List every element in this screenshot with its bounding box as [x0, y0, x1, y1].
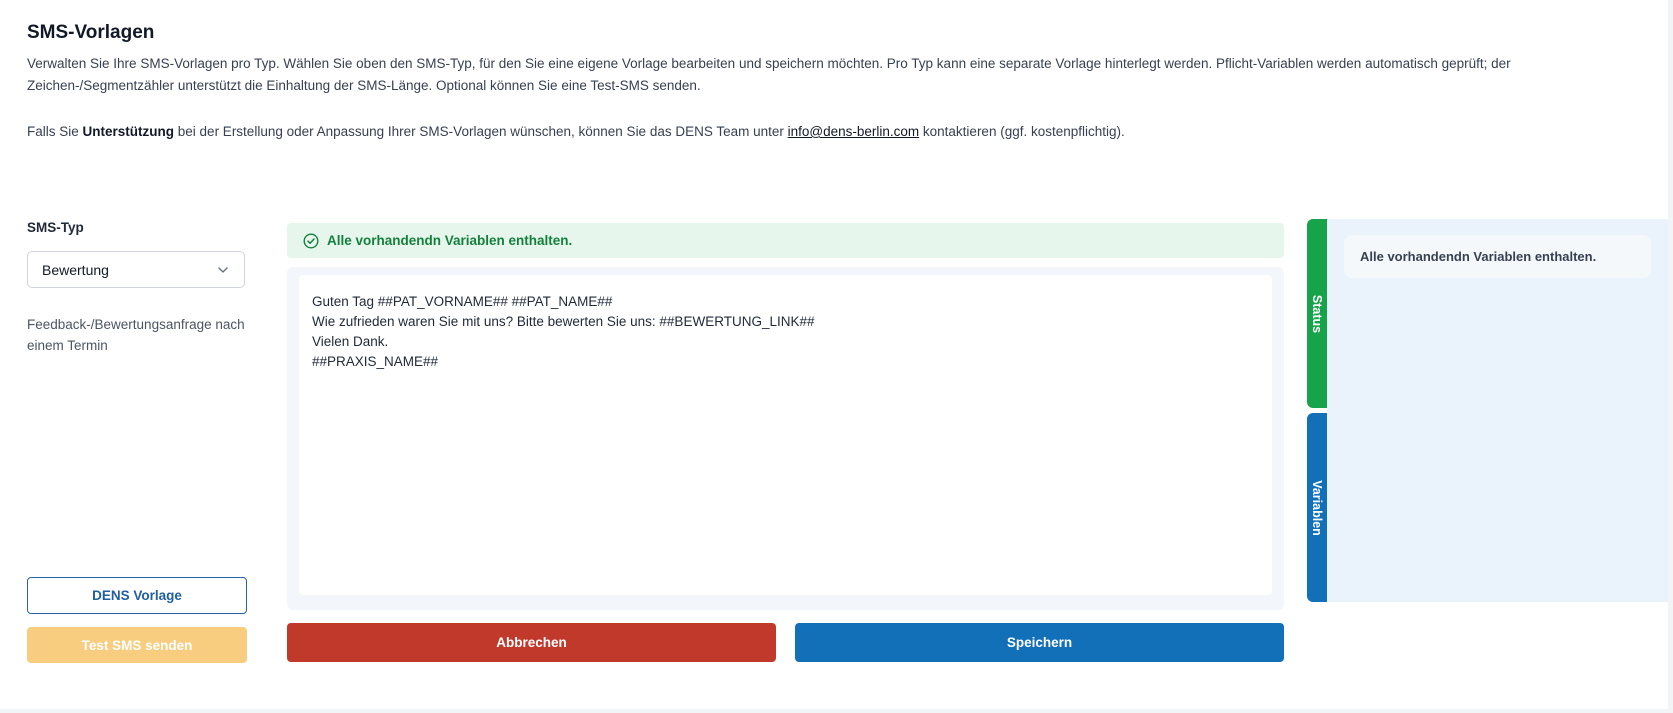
- test-sms-button[interactable]: Test SMS senden: [27, 627, 247, 663]
- status-panel-message: Alle vorhandendn Variablen enthalten.: [1344, 235, 1651, 278]
- tab-status[interactable]: Status: [1307, 219, 1327, 408]
- page: SMS-Vorlagen Verwalten Sie Ihre SMS-Vorl…: [0, 0, 1668, 709]
- chevron-down-icon: [218, 267, 228, 273]
- status-panel: Alle vorhandendn Variablen enthalten.: [1327, 219, 1668, 602]
- dens-template-button[interactable]: DENS Vorlage: [27, 577, 247, 614]
- sms-type-label: SMS-Typ: [27, 220, 84, 235]
- template-textarea[interactable]: Guten Tag ##PAT_VORNAME## ##PAT_NAME## W…: [299, 275, 1272, 595]
- sms-type-select[interactable]: Bewertung: [27, 251, 245, 288]
- status-banner-text: Alle vorhandendn Variablen enthalten.: [327, 233, 573, 248]
- support-suffix: kontaktieren (ggf. kostenpflichtig).: [919, 124, 1125, 139]
- support-note: Falls Sie Unterstützung bei der Erstellu…: [27, 121, 1125, 143]
- variables-status-banner: Alle vorhandendn Variablen enthalten.: [287, 223, 1284, 258]
- tab-status-label: Status: [1310, 294, 1324, 333]
- editor-container: Guten Tag ##PAT_VORNAME## ##PAT_NAME## W…: [287, 267, 1284, 610]
- check-circle-icon: [303, 232, 319, 249]
- tab-variables[interactable]: Variablen: [1307, 413, 1327, 602]
- sms-type-selected-value: Bewertung: [42, 261, 109, 278]
- page-title: SMS-Vorlagen: [27, 22, 155, 43]
- sms-type-description: Feedback-/Bewertungsanfrage nach einem T…: [27, 317, 245, 353]
- tab-variables-label: Variablen: [1310, 479, 1324, 536]
- cancel-button[interactable]: Abbrechen: [287, 623, 776, 662]
- support-email-link[interactable]: info@dens-berlin.com: [788, 124, 920, 139]
- support-prefix: Falls Sie: [27, 124, 83, 139]
- support-bold: Unterstützung: [82, 124, 175, 139]
- support-middle: bei der Erstellung oder Anpassung Ihrer …: [174, 124, 788, 139]
- page-description: Verwalten Sie Ihre SMS-Vorlagen pro Typ.…: [27, 56, 1511, 93]
- save-button[interactable]: Speichern: [795, 623, 1284, 662]
